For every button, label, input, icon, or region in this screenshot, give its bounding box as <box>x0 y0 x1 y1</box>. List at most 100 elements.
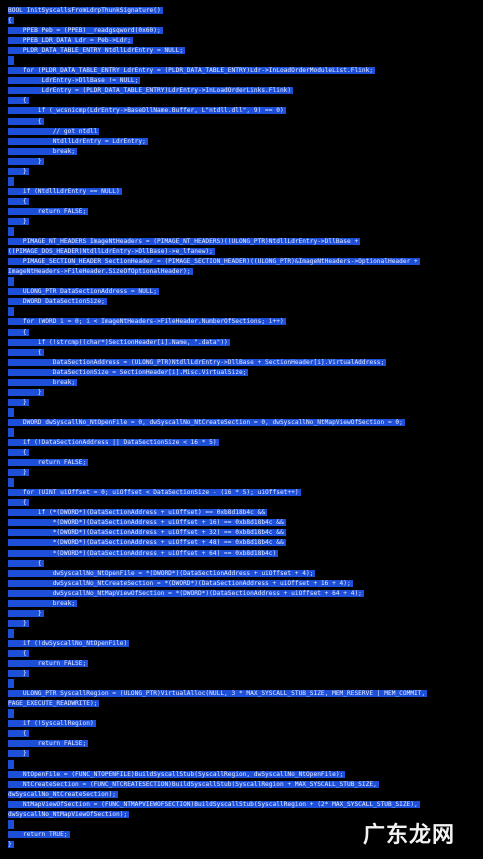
code-line[interactable]: for (UINT uiOffset = 0; uiOffset < DataS… <box>8 488 478 498</box>
code-line[interactable]: dwSyscallNo_NtCreateSection = *(DWORD*)(… <box>8 579 478 589</box>
code-line[interactable]: } <box>8 398 478 408</box>
code-line[interactable]: DWORD dwSyscallNo_NtOpenFile = 0, dwSysc… <box>8 418 478 428</box>
code-line[interactable]: if (NtdllLdrEntry == NULL) <box>8 187 478 197</box>
selected-code-text: ((PIMAGE_DOS_HEADER)NtdllLdrEntry->DllBa… <box>8 248 215 256</box>
code-line[interactable]: if (*(DWORD*)(DataSectionAddress + uiOff… <box>8 508 478 518</box>
code-line[interactable]: PIMAGE_SECTION_HEADER SectionHeader = (P… <box>8 257 478 267</box>
code-line[interactable]: return FALSE; <box>8 659 478 669</box>
code-line[interactable]: DataSectionAddress = (ULONG_PTR)NtdllLdr… <box>8 358 478 368</box>
selected-code-text: DWORD DataSectionSize; <box>8 298 107 306</box>
selected-code-text <box>8 759 14 769</box>
code-line[interactable]: PAGE_EXECUTE_READWRITE); <box>8 699 478 709</box>
selected-code-text: { <box>8 449 29 457</box>
code-line[interactable]: *(DWORD*)(DataSectionAddress + uiOffset … <box>8 528 478 538</box>
code-line[interactable]: *(DWORD*)(DataSectionAddress + uiOffset … <box>8 518 478 528</box>
code-line[interactable] <box>8 478 478 488</box>
code-line[interactable] <box>8 176 478 187</box>
code-line[interactable] <box>8 709 478 719</box>
code-line[interactable]: { <box>8 498 478 508</box>
code-line[interactable]: } <box>8 619 478 629</box>
code-line[interactable]: for (WORD i = 0; i < ImageNtHeaders->Fil… <box>8 317 478 327</box>
code-line[interactable]: { <box>8 559 478 569</box>
code-line[interactable]: // got ntdll <box>8 127 478 137</box>
code-line[interactable]: ULONG_PTR DataSectionAddress = NULL; <box>8 287 478 297</box>
selected-code-text: for (WORD i = 0; i < ImageNtHeaders->Fil… <box>8 318 286 326</box>
code-line[interactable]: DWORD DataSectionSize; <box>8 297 478 307</box>
code-line[interactable]: { <box>8 649 478 659</box>
code-line[interactable]: ULONG_PTR SyscallRegion = (ULONG_PTR)Vir… <box>8 689 478 699</box>
code-line[interactable]: } <box>8 609 478 619</box>
selected-code-text: for (PLDR_DATA_TABLE_ENTRY LdrEntry = (P… <box>8 67 376 75</box>
code-line[interactable]: } <box>8 388 478 398</box>
code-line[interactable]: if (!dwSyscallNo_NtOpenFile) <box>8 639 478 649</box>
selected-code-text <box>8 819 14 829</box>
code-line[interactable]: { <box>8 96 478 106</box>
code-line[interactable] <box>8 679 478 689</box>
code-line[interactable]: if (!strcmp((char*)SectionHeader[i].Name… <box>8 338 478 348</box>
code-line[interactable]: } <box>8 157 478 167</box>
selected-code-text: if (_wcsnicmp(LdrEntry->BaseDllName.Buff… <box>8 107 286 115</box>
code-line[interactable]: NtMapViewOfSection = (FUNC_NTMAPVIEWOFSE… <box>8 800 478 810</box>
code-line[interactable]: LdrEntry = (PLDR_DATA_TABLE_ENTRY)LdrEnt… <box>8 86 478 96</box>
code-line[interactable]: if (_wcsnicmp(LdrEntry->BaseDllName.Buff… <box>8 106 478 116</box>
selected-code-text <box>8 56 14 66</box>
code-line[interactable]: PIMAGE_NT_HEADERS ImageNtHeaders = (PIMA… <box>8 237 478 247</box>
code-line[interactable]: break; <box>8 147 478 157</box>
code-line[interactable]: break; <box>8 378 478 388</box>
selected-code-text: { <box>8 97 29 105</box>
code-line[interactable]: return FALSE; <box>8 739 478 749</box>
code-line[interactable]: return FALSE; <box>8 458 478 468</box>
code-line[interactable]: } <box>8 749 478 759</box>
code-line[interactable]: LdrEntry->DllBase != NULL; <box>8 76 478 86</box>
code-editor[interactable]: BOOL InitSyscallsFromLdrpThunkSignature(… <box>8 6 478 850</box>
code-line[interactable]: { <box>8 348 478 358</box>
code-line[interactable]: dwSyscallNo_NtCreateSection); <box>8 790 478 800</box>
code-line[interactable]: PPEB_LDR_DATA Ldr = Peb->Ldr; <box>8 36 478 46</box>
code-line[interactable]: PPEB Peb = (PPEB)__readgsqword(0x60); <box>8 26 478 36</box>
code-line[interactable]: dwSyscallNo_NtMapViewOfSection = *(DWORD… <box>8 589 478 599</box>
code-line[interactable]: ImageNtHeaders->FileHeader.SizeOfOptiona… <box>8 267 478 277</box>
code-line[interactable]: { <box>8 328 478 338</box>
code-line[interactable]: break; <box>8 599 478 609</box>
code-line[interactable]: } <box>8 468 478 478</box>
code-line[interactable]: NtdllLdrEntry = LdrEntry; <box>8 137 478 147</box>
code-line[interactable] <box>8 227 478 237</box>
code-line[interactable] <box>8 407 478 418</box>
code-line[interactable]: { <box>8 16 478 26</box>
code-line[interactable]: BOOL InitSyscallsFromLdrpThunkSignature(… <box>8 6 478 16</box>
code-line[interactable]: for (PLDR_DATA_TABLE_ENTRY LdrEntry = (P… <box>8 66 478 76</box>
code-line[interactable]: { <box>8 197 478 207</box>
code-line[interactable]: if (!SyscallRegion) <box>8 719 478 729</box>
code-line[interactable]: NtOpenFile = (FUNC_NTOPENFILE)BuildSysca… <box>8 770 478 780</box>
selected-code-text: NtCreateSection = (FUNC_NTCREATESECTION)… <box>8 780 379 788</box>
selected-code-text: if (NtdllLdrEntry == NULL) <box>8 187 122 195</box>
code-line[interactable] <box>8 427 478 438</box>
code-line[interactable]: } <box>8 669 478 679</box>
code-line[interactable]: return FALSE; <box>8 207 478 217</box>
selected-code-text: *(DWORD*)(DataSectionAddress + uiOffset … <box>8 539 286 547</box>
code-line[interactable] <box>8 56 478 66</box>
code-line[interactable]: PLDR_DATA_TABLE_ENTRY NtdllLdrEntry = NU… <box>8 46 478 56</box>
code-line[interactable]: *(DWORD*)(DataSectionAddress + uiOffset … <box>8 538 478 548</box>
code-line[interactable]: NtCreateSection = (FUNC_NTCREATESECTION)… <box>8 780 478 790</box>
selected-code-text: *(DWORD*)(DataSectionAddress + uiOffset … <box>8 519 286 527</box>
code-line[interactable]: dwSyscallNo_NtOpenFile = *(DWORD*)(DataS… <box>8 569 478 579</box>
code-line[interactable]: { <box>8 117 478 127</box>
code-line[interactable] <box>8 759 478 770</box>
selected-code-text: if (!SyscallRegion) <box>8 720 96 728</box>
code-line[interactable]: { <box>8 448 478 458</box>
code-line[interactable]: } <box>8 217 478 227</box>
code-line[interactable] <box>8 307 478 317</box>
selected-code-text: } <box>8 670 29 678</box>
code-line[interactable]: { <box>8 729 478 739</box>
code-line[interactable]: if (!DataSectionAddress || DataSectionSi… <box>8 438 478 448</box>
selected-code-text: } <box>8 217 29 225</box>
code-line[interactable] <box>8 628 478 639</box>
selected-code-text: ULONG_PTR DataSectionAddress = NULL; <box>8 288 160 296</box>
code-line[interactable]: DataSectionSize = SectionHeader[i].Misc.… <box>8 368 478 378</box>
code-line[interactable]: ((PIMAGE_DOS_HEADER)NtdllLdrEntry->DllBa… <box>8 247 478 257</box>
selected-code-text: for (UINT uiOffset = 0; uiOffset < DataS… <box>8 489 301 497</box>
code-line[interactable]: } <box>8 167 478 177</box>
code-line[interactable] <box>8 277 478 287</box>
code-line[interactable]: *(DWORD*)(DataSectionAddress + uiOffset … <box>8 549 478 559</box>
